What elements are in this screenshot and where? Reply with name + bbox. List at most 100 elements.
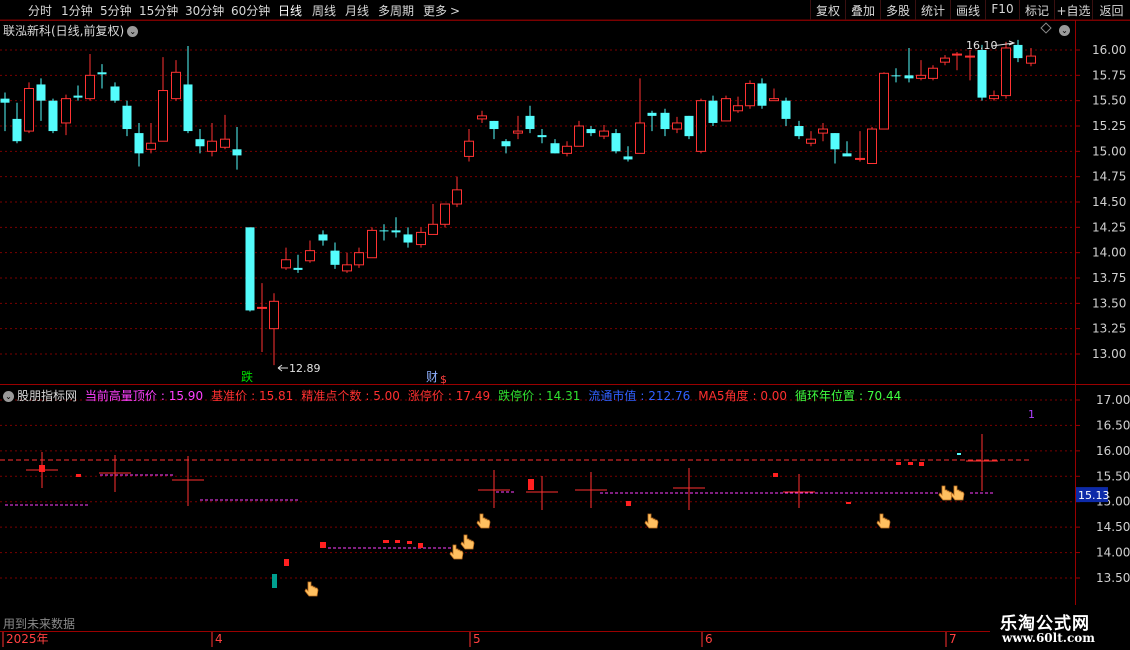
candle-body (611, 133, 621, 152)
candle (24, 82, 34, 134)
candle (318, 230, 328, 246)
cyan-bar (272, 574, 277, 588)
indicator-field-separator: : (447, 389, 456, 403)
indicator-field-separator: : (251, 389, 259, 403)
candle-body (477, 115, 487, 120)
candle-body (379, 230, 389, 232)
cyan-dash (957, 453, 961, 455)
indicator-name[interactable]: 股朋指标网 (17, 389, 77, 403)
indicator-field-label: MA5角度 (698, 389, 749, 403)
indicator-field-separator: : (538, 389, 547, 403)
gear-icon[interactable]: ⌄ (1059, 23, 1070, 37)
candle-body (904, 75, 914, 79)
hand-shape (449, 544, 464, 560)
candle (281, 247, 291, 270)
stock-title-text: 联泓新科(日线,前复权) (3, 24, 125, 38)
candle-body (623, 156, 633, 160)
indicator-field: 涨停价: 17.49 (408, 389, 494, 403)
future-data-note: 用到未来数据 (3, 617, 76, 631)
pointing-hand-icon (644, 513, 659, 529)
candle-body (513, 130, 523, 134)
indicator-field-label: 流通市值 (588, 389, 637, 403)
candle-body (537, 135, 547, 138)
candle (769, 88, 779, 102)
pointing-hand-icon (476, 513, 491, 529)
candle-body (24, 88, 34, 132)
price-axis-label: 15.25 (1092, 119, 1126, 133)
candle-body (574, 125, 584, 147)
indicator-field-value: 14.31 (546, 389, 581, 403)
candle-body (134, 133, 144, 154)
candle (158, 57, 168, 142)
price-axis-label: 13.00 (1092, 347, 1126, 361)
candle (733, 96, 743, 113)
candle (696, 98, 706, 154)
candle (257, 283, 267, 352)
indicator-marks[interactable] (0, 434, 1030, 597)
candle (330, 242, 340, 269)
indicator-field: MA5角度: 0.00 (698, 389, 791, 403)
candle (403, 227, 413, 248)
candle-body (183, 84, 193, 132)
candlestick-series[interactable] (0, 39, 1036, 366)
candle-body (73, 95, 83, 98)
stock-title[interactable]: 联泓新科(日线,前复权) ⌄ (3, 22, 139, 39)
candle-body (684, 115, 694, 137)
candle (537, 129, 547, 144)
candle (928, 65, 938, 81)
candle-body (769, 98, 779, 102)
candle (611, 129, 621, 154)
candle-body (489, 120, 499, 130)
chevron-down-icon[interactable]: ⌄ (127, 26, 139, 37)
candle (146, 122, 156, 154)
candle-body (12, 118, 22, 142)
indicator-field-value: 70.44 (866, 389, 902, 403)
candle-body (647, 112, 657, 116)
candle (354, 247, 364, 268)
signal-block (773, 473, 778, 477)
candle (513, 115, 523, 140)
candle (708, 95, 718, 126)
indicator-field: 跌停价: 14.31 (498, 389, 584, 403)
candle-body (452, 189, 462, 205)
price-axis-label: 14.75 (1092, 170, 1126, 184)
candle (134, 122, 144, 167)
chevron-down-icon[interactable]: ⌄ (3, 391, 14, 402)
candle-body (171, 71, 181, 100)
kline-chart-area[interactable]: 16.0015.7515.5015.2515.0014.7514.5014.25… (0, 0, 1130, 650)
candle (586, 126, 596, 137)
candle-body (220, 138, 230, 148)
candle-body (781, 100, 791, 119)
candle-body (36, 84, 46, 101)
arrow-left-icon (277, 364, 288, 372)
candle-body (867, 128, 877, 164)
candle (721, 95, 731, 122)
candle-body (696, 100, 706, 152)
candle-body (891, 75, 901, 77)
candle (745, 80, 755, 109)
candle (965, 50, 975, 81)
candle (293, 254, 303, 273)
candle-body (0, 98, 10, 103)
candle (220, 114, 230, 150)
candle (12, 102, 22, 144)
main-price-axis: 16.00 15.75 15.50 15.25 15.00 14.75 14.50 14.25… (1075, 43, 1126, 361)
candle-body (464, 140, 474, 157)
candle (916, 60, 926, 81)
candle (61, 94, 71, 136)
indicator-field-value: 17.49 (455, 389, 491, 403)
pointing-hand-icon (938, 485, 953, 501)
signal-block (320, 542, 326, 548)
candle-body (733, 105, 743, 112)
candle (891, 68, 901, 83)
candle-body (281, 259, 291, 269)
candle (477, 110, 487, 123)
indicator-field-value: 15.81 (258, 389, 294, 403)
indicator-field: 基准价: 15.81 (211, 389, 297, 403)
candle (855, 131, 865, 162)
indicator-field-label: 跌停价 (498, 389, 535, 403)
candle (940, 55, 950, 66)
candle-body (550, 143, 560, 154)
candle (904, 47, 914, 83)
candle (635, 78, 645, 154)
